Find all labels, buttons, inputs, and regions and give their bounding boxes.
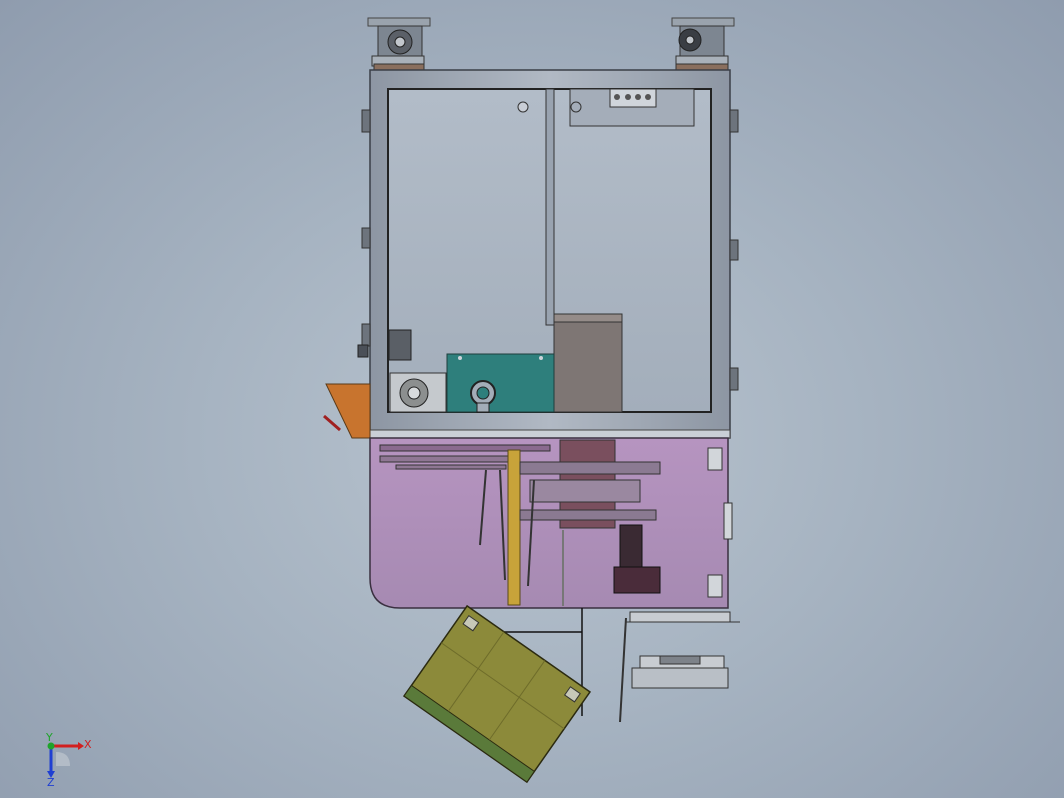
z-axis-label: Z xyxy=(47,776,55,789)
grey-box xyxy=(553,313,623,413)
lower-enclosure[interactable] xyxy=(369,437,733,609)
caster-right xyxy=(671,17,735,73)
caster-left xyxy=(367,17,431,73)
orange-bracket xyxy=(323,383,371,439)
axis-triad: X Y Z xyxy=(45,731,92,789)
hole xyxy=(517,101,529,113)
right-rail xyxy=(626,611,740,623)
cad-viewport[interactable]: X Y Z xyxy=(0,0,1064,798)
top-bracket xyxy=(569,88,695,127)
teal-block xyxy=(446,353,555,413)
y-axis-label: Y xyxy=(45,731,53,744)
bottom-right-fixture xyxy=(631,655,729,689)
cad-model-view[interactable]: X Y Z xyxy=(0,0,1064,798)
x-axis-label: X xyxy=(84,738,92,751)
vertical-divider xyxy=(545,88,555,326)
